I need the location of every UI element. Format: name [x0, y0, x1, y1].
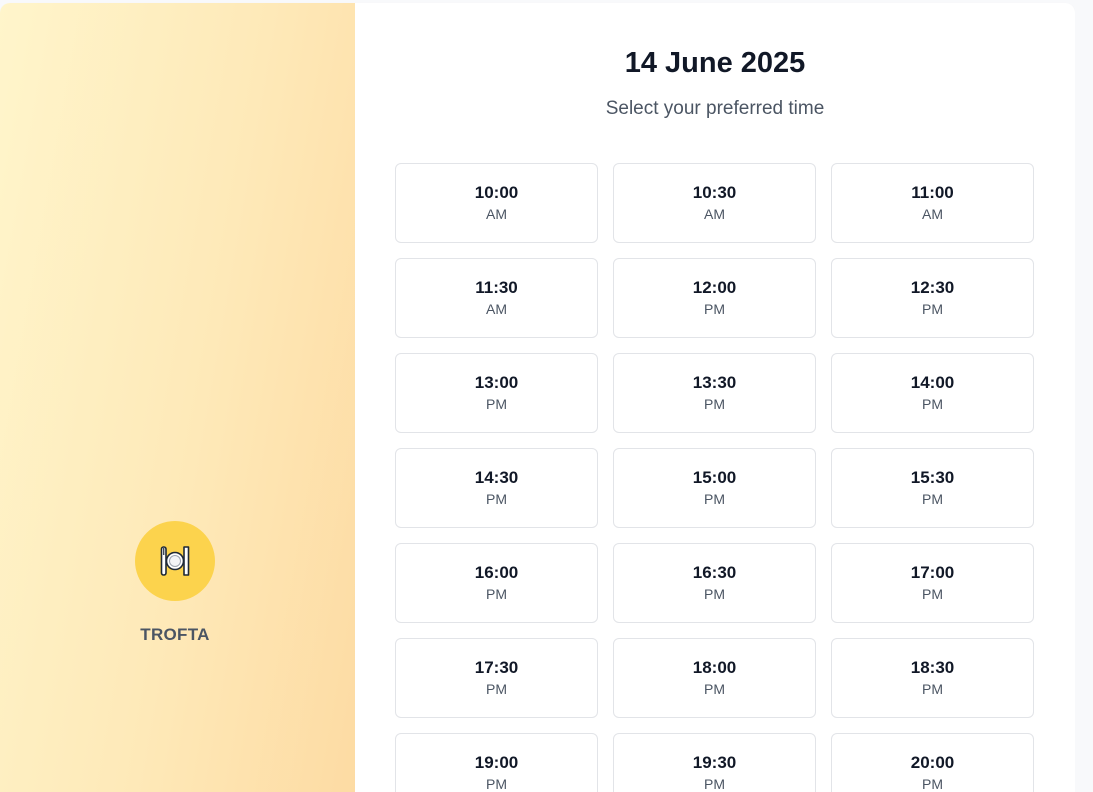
slot-period: PM	[704, 491, 725, 507]
time-slot-1430-pm[interactable]: 14:30 PM	[395, 448, 598, 528]
time-slot-1330-pm[interactable]: 13:30 PM	[613, 353, 816, 433]
time-slot-2000-pm[interactable]: 20:00 PM	[831, 733, 1034, 792]
slot-time: 18:30	[910, 658, 955, 677]
slot-period: PM	[922, 301, 943, 317]
slot-period: PM	[922, 396, 943, 412]
restaurant-brand: TROFTA	[0, 521, 350, 645]
slot-period: PM	[922, 681, 943, 697]
time-slot-1800-pm[interactable]: 18:00 PM	[613, 638, 816, 718]
slot-period: PM	[486, 776, 507, 792]
slot-time: 13:30	[692, 373, 737, 392]
slot-time: 19:30	[692, 753, 737, 772]
time-slot-1100-am[interactable]: 11:00 AM	[831, 163, 1034, 243]
slot-period: PM	[486, 586, 507, 602]
slot-time: 14:00	[910, 373, 955, 392]
time-slot-1830-pm[interactable]: 18:30 PM	[831, 638, 1034, 718]
time-slot-1600-pm[interactable]: 16:00 PM	[395, 543, 598, 623]
slot-time: 12:30	[910, 278, 955, 297]
booking-page: TROFTA 14 June 2025 Select your preferre…	[0, 0, 1093, 792]
slot-time: 18:00	[692, 658, 737, 677]
slot-period: PM	[486, 491, 507, 507]
slot-period: PM	[922, 491, 943, 507]
slot-time: 15:30	[910, 468, 955, 487]
time-slot-1630-pm[interactable]: 16:30 PM	[613, 543, 816, 623]
time-slot-1700-pm[interactable]: 17:00 PM	[831, 543, 1034, 623]
slot-period: PM	[486, 396, 507, 412]
plate-with-cutlery-icon	[160, 546, 190, 576]
time-slot-1000-am[interactable]: 10:00 AM	[395, 163, 598, 243]
time-slot-1730-pm[interactable]: 17:30 PM	[395, 638, 598, 718]
slot-time: 11:30	[475, 278, 518, 297]
slot-time: 13:00	[474, 373, 519, 392]
slot-period: PM	[704, 586, 725, 602]
slot-period: PM	[922, 776, 943, 792]
time-slot-grid: 10:00 AM 10:30 AM 11:00 AM 11:30 AM 12:00 PM …	[395, 163, 1034, 792]
brand-name: TROFTA	[140, 625, 210, 644]
slot-period: PM	[704, 681, 725, 697]
time-prompt: Select your preferred time	[605, 98, 825, 119]
brand-panel: TROFTA	[0, 3, 355, 792]
time-slot-1230-pm[interactable]: 12:30 PM	[831, 258, 1034, 338]
time-slot-1530-pm[interactable]: 15:30 PM	[831, 448, 1034, 528]
slot-time: 16:30	[692, 563, 737, 582]
slot-period: PM	[704, 396, 725, 412]
slot-period: PM	[486, 681, 507, 697]
slot-period: PM	[704, 301, 725, 317]
slot-time: 14:30	[474, 468, 519, 487]
slot-time: 11:00	[911, 183, 954, 202]
slot-period: AM	[922, 206, 943, 222]
slot-period: AM	[486, 206, 507, 222]
slot-period: PM	[922, 586, 943, 602]
time-slot-1930-pm[interactable]: 19:30 PM	[613, 733, 816, 792]
slot-period: AM	[486, 301, 507, 317]
selected-date-title: 14 June 2025	[624, 47, 806, 79]
time-slot-1400-pm[interactable]: 14:00 PM	[831, 353, 1034, 433]
time-slot-1500-pm[interactable]: 15:00 PM	[613, 448, 816, 528]
time-slot-1900-pm[interactable]: 19:00 PM	[395, 733, 598, 792]
slot-time: 17:00	[910, 563, 955, 582]
slot-time: 19:00	[474, 753, 519, 772]
page-gutter	[1075, 0, 1093, 792]
slot-period: PM	[704, 776, 725, 792]
time-slot-1300-pm[interactable]: 13:00 PM	[395, 353, 598, 433]
time-slot-1200-pm[interactable]: 12:00 PM	[613, 258, 816, 338]
slot-time: 10:30	[692, 183, 737, 202]
slot-time: 15:00	[692, 468, 737, 487]
slot-time: 20:00	[910, 753, 955, 772]
slot-time: 10:00	[474, 183, 519, 202]
booking-card: TROFTA 14 June 2025 Select your preferre…	[0, 3, 1075, 792]
slot-period: AM	[704, 206, 725, 222]
slot-time: 12:00	[692, 278, 737, 297]
time-slot-1030-am[interactable]: 10:30 AM	[613, 163, 816, 243]
slot-time: 16:00	[474, 563, 519, 582]
time-slot-1130-am[interactable]: 11:30 AM	[395, 258, 598, 338]
time-selection-panel: 14 June 2025 Select your preferred time …	[355, 3, 1075, 792]
brand-badge	[135, 521, 215, 601]
slot-time: 17:30	[474, 658, 519, 677]
